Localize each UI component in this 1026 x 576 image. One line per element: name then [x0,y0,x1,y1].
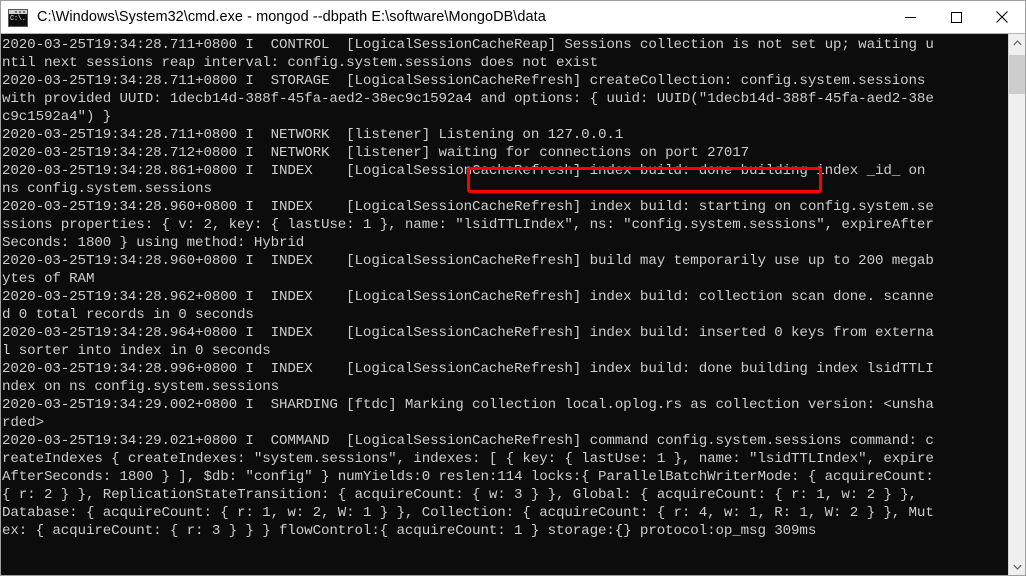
title-bar[interactable]: C:\. C:\Windows\System32\cmd.exe - mongo… [1,1,1025,33]
console-area[interactable]: 2020-03-25T19:34:28.711+0800 I CONTROL [… [1,33,1025,575]
minimize-button[interactable] [887,1,933,33]
scroll-down-arrow-icon[interactable] [1009,558,1025,575]
console-line: 2020-03-25T19:34:28.964+0800 I INDEX [Lo… [2,325,934,342]
console-line: 2020-03-25T19:34:28.960+0800 I INDEX [Lo… [2,199,934,216]
maximize-button[interactable] [933,1,979,33]
vertical-scrollbar[interactable] [1008,34,1025,575]
console-line: ex: { acquireCount: { r: 3 } } } flowCon… [2,523,817,540]
window-title: C:\Windows\System32\cmd.exe - mongod --d… [37,9,546,25]
console-line: Seconds: 1800 } using method: Hybrid [2,235,305,252]
console-output[interactable]: 2020-03-25T19:34:28.711+0800 I CONTROL [… [1,34,1008,575]
console-line: 2020-03-25T19:34:29.002+0800 I SHARDING … [2,397,934,414]
cmd-window: C:\. C:\Windows\System32\cmd.exe - mongo… [0,0,1026,576]
console-line: 2020-03-25T19:34:28.711+0800 I STORAGE [… [2,73,926,90]
console-line: ndex on ns config.system.sessions [2,379,279,396]
console-line: l sorter into index in 0 seconds [2,343,271,360]
console-line: Database: { acquireCount: { r: 1, w: 2, … [2,505,934,522]
console-line: 2020-03-25T19:34:28.712+0800 I NETWORK [… [2,145,750,162]
console-line: 2020-03-25T19:34:28.960+0800 I INDEX [Lo… [2,253,934,270]
console-line: ytes of RAM [2,271,95,288]
console-line: 2020-03-25T19:34:28.996+0800 I INDEX [Lo… [2,361,934,378]
scroll-thumb[interactable] [1009,55,1025,94]
console-line: 2020-03-25T19:34:28.711+0800 I CONTROL [… [2,37,934,53]
console-line: { r: 2 } }, ReplicationStateTransition: … [2,487,917,504]
console-line: reateIndexes { createIndexes: "system.se… [2,451,934,468]
console-line: 2020-03-25T19:34:28.711+0800 I NETWORK [… [2,127,624,144]
close-button[interactable] [979,1,1025,33]
console-line: ns config.system.sessions [2,181,212,198]
console-line: 2020-03-25T19:34:29.021+0800 I COMMAND [… [2,433,934,450]
console-line: 2020-03-25T19:34:28.861+0800 I INDEX [Lo… [2,163,926,180]
console-line: with provided UUID: 1decb14d-388f-45fa-a… [2,91,934,108]
console-line: ssions properties: { v: 2, key: { lastUs… [2,217,934,234]
caption-buttons [887,1,1025,33]
cmd-icon-label: C:\. [9,13,27,26]
console-line: 2020-03-25T19:34:28.962+0800 I INDEX [Lo… [2,289,934,306]
console-line: AfterSeconds: 1800 } ], $db: "config" } … [2,469,934,486]
console-line: ntil next sessions reap interval: config… [2,55,598,72]
cmd-icon: C:\. [8,8,28,27]
console-line: rded> [2,415,44,432]
console-line: d 0 total records in 0 seconds [2,307,254,324]
scroll-track[interactable] [1009,51,1025,558]
scroll-up-arrow-icon[interactable] [1009,34,1025,51]
console-line: c9c1592a4") } [2,109,112,126]
